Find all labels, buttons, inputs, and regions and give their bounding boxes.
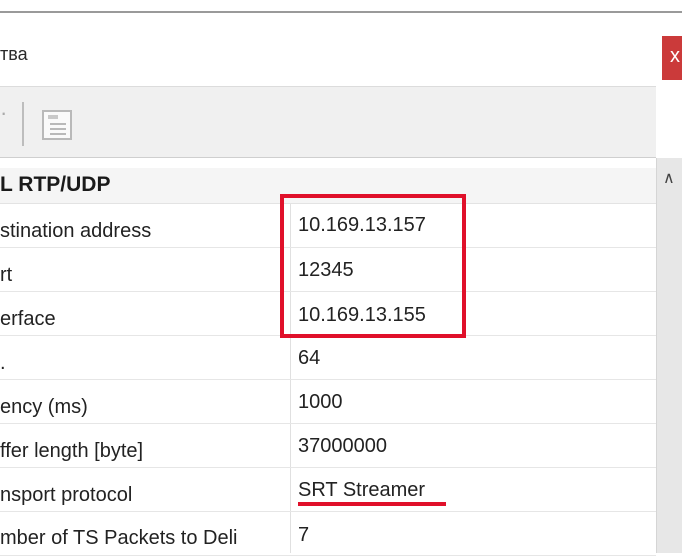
property-value[interactable]: 37000000 xyxy=(298,435,387,458)
property-name: . xyxy=(0,352,6,374)
property-name: rt xyxy=(0,264,13,286)
window-title: тва xyxy=(0,44,28,64)
title-bar xyxy=(0,13,682,86)
property-value[interactable]: 7 xyxy=(298,524,309,547)
property-name: ency (ms) xyxy=(0,396,88,418)
property-name: mber of TS Packets to Deli xyxy=(0,527,238,549)
toolbar xyxy=(0,86,656,158)
property-row[interactable]: ency (ms) 1000 xyxy=(0,380,656,424)
toolbar-separator xyxy=(22,102,24,146)
toolbar-partial-icon[interactable]: · xyxy=(0,100,8,140)
property-name: nsport protocol xyxy=(0,484,133,506)
property-value[interactable]: SRT Streamer xyxy=(298,479,425,502)
property-row[interactable]: mber of TS Packets to Deli 7 xyxy=(0,512,656,556)
property-name: stination address xyxy=(0,220,152,242)
annotation-highlight-box xyxy=(280,194,466,338)
property-row[interactable]: . 64 xyxy=(0,336,656,380)
property-value[interactable]: 64 xyxy=(298,347,320,370)
property-name: erface xyxy=(0,308,56,330)
category-label: L RTP/UDP xyxy=(0,173,111,196)
close-button[interactable]: x xyxy=(662,36,682,80)
window-top-border xyxy=(0,0,682,13)
property-name: ffer length [byte] xyxy=(0,440,144,462)
scroll-up-icon[interactable]: ∧ xyxy=(663,168,675,188)
property-pages-icon[interactable] xyxy=(42,110,72,140)
property-value[interactable]: 1000 xyxy=(298,391,343,414)
annotation-underline xyxy=(298,502,446,506)
vertical-scrollbar[interactable] xyxy=(656,158,682,553)
property-row[interactable]: ffer length [byte] 37000000 xyxy=(0,424,656,468)
